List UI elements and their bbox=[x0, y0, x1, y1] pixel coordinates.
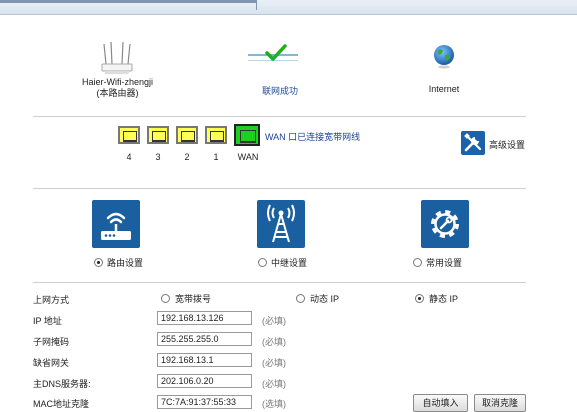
ip-address-input[interactable] bbox=[157, 311, 252, 325]
divider-middle bbox=[33, 188, 526, 189]
static-radio[interactable] bbox=[415, 294, 424, 303]
connection-status-label: 联网成功 bbox=[261, 86, 298, 96]
ip-address-note: (必填) bbox=[262, 316, 286, 326]
conn-option-dhcp[interactable]: 动态 IP bbox=[296, 292, 339, 305]
browser-top-strip bbox=[0, 0, 577, 15]
repeater-mode-button[interactable] bbox=[257, 200, 305, 248]
conn-option-pppoe[interactable]: 宽带拨号 bbox=[161, 292, 211, 305]
wifi-router-icon bbox=[101, 212, 131, 240]
dns-label: 主DNS服务器: bbox=[33, 379, 91, 389]
lan-port-2 bbox=[176, 126, 198, 144]
mac-clone-label: MAC地址克隆 bbox=[33, 399, 89, 409]
common-settings-radio[interactable] bbox=[413, 258, 422, 267]
subnet-mask-label: 子网掩码 bbox=[33, 337, 70, 347]
common-settings-option[interactable]: 常用设置 bbox=[413, 256, 462, 269]
router-mode-label: 路由设置 bbox=[107, 258, 144, 268]
tab-edge bbox=[256, 0, 257, 10]
router-mode-button[interactable] bbox=[92, 200, 140, 248]
port-label-2: 2 bbox=[184, 152, 190, 162]
tab-indicator bbox=[0, 0, 256, 3]
wan-status-note: WAN 口已连接宽带网线 bbox=[265, 132, 361, 142]
antenna-tower-icon bbox=[267, 204, 295, 243]
cancel-clone-button[interactable]: 取消克隆 bbox=[474, 394, 526, 412]
common-settings-label: 常用设置 bbox=[426, 258, 463, 268]
port-label-1: 1 bbox=[213, 152, 219, 162]
repeater-mode-label: 中继设置 bbox=[271, 258, 308, 268]
connection-type-label: 上网方式 bbox=[33, 295, 70, 305]
gateway-label: 缺省网关 bbox=[33, 358, 70, 368]
port-label-4: 4 bbox=[126, 152, 132, 162]
wan-port bbox=[234, 124, 260, 146]
mac-clone-input[interactable] bbox=[157, 395, 252, 409]
router-name-text: Haier-Wifi-zhengji bbox=[81, 77, 153, 87]
conn-option-static[interactable]: 静态 IP bbox=[415, 292, 458, 305]
auto-fill-button[interactable]: 自动填入 bbox=[413, 394, 468, 412]
check-icon bbox=[265, 44, 287, 61]
router-icon bbox=[101, 42, 133, 74]
internet-label: Internet bbox=[428, 84, 460, 94]
lan-port-3 bbox=[147, 126, 169, 144]
gateway-input[interactable] bbox=[157, 353, 252, 367]
repeater-mode-radio[interactable] bbox=[258, 258, 267, 267]
router-sub-text: (本路由器) bbox=[96, 88, 139, 98]
pppoe-radio[interactable] bbox=[161, 294, 170, 303]
gear-icon bbox=[431, 210, 459, 238]
router-mode-radio[interactable] bbox=[94, 258, 103, 267]
dns-input[interactable] bbox=[157, 374, 252, 388]
advanced-settings-button[interactable] bbox=[461, 131, 485, 155]
dns-note: (必填) bbox=[262, 379, 286, 389]
static-label: 静态 IP bbox=[429, 294, 459, 304]
router-mode-option[interactable]: 路由设置 bbox=[94, 256, 143, 269]
common-settings-button[interactable] bbox=[421, 200, 469, 248]
dhcp-radio[interactable] bbox=[296, 294, 305, 303]
port-label-wan: WAN bbox=[237, 152, 259, 162]
port-label-3: 3 bbox=[155, 152, 161, 162]
ip-address-label: IP 地址 bbox=[33, 316, 62, 326]
lan-port-4 bbox=[118, 126, 140, 144]
globe-icon bbox=[434, 45, 454, 69]
gateway-note: (必填) bbox=[262, 358, 286, 368]
dhcp-label: 动态 IP bbox=[310, 294, 340, 304]
divider-top bbox=[33, 116, 526, 117]
subnet-mask-note: (必填) bbox=[262, 337, 286, 347]
subnet-mask-input[interactable] bbox=[157, 332, 252, 346]
repeater-mode-option[interactable]: 中继设置 bbox=[258, 256, 307, 269]
pppoe-label: 宽带拨号 bbox=[175, 294, 212, 304]
router-name: Haier-Wifi-zhengji (本路由器) bbox=[55, 77, 180, 99]
divider-bottom bbox=[33, 282, 526, 283]
tools-icon bbox=[464, 133, 482, 152]
lan-port-1 bbox=[205, 126, 227, 144]
advanced-settings-label[interactable]: 高级设置 bbox=[489, 138, 525, 151]
mac-clone-note: (选填) bbox=[262, 399, 286, 409]
